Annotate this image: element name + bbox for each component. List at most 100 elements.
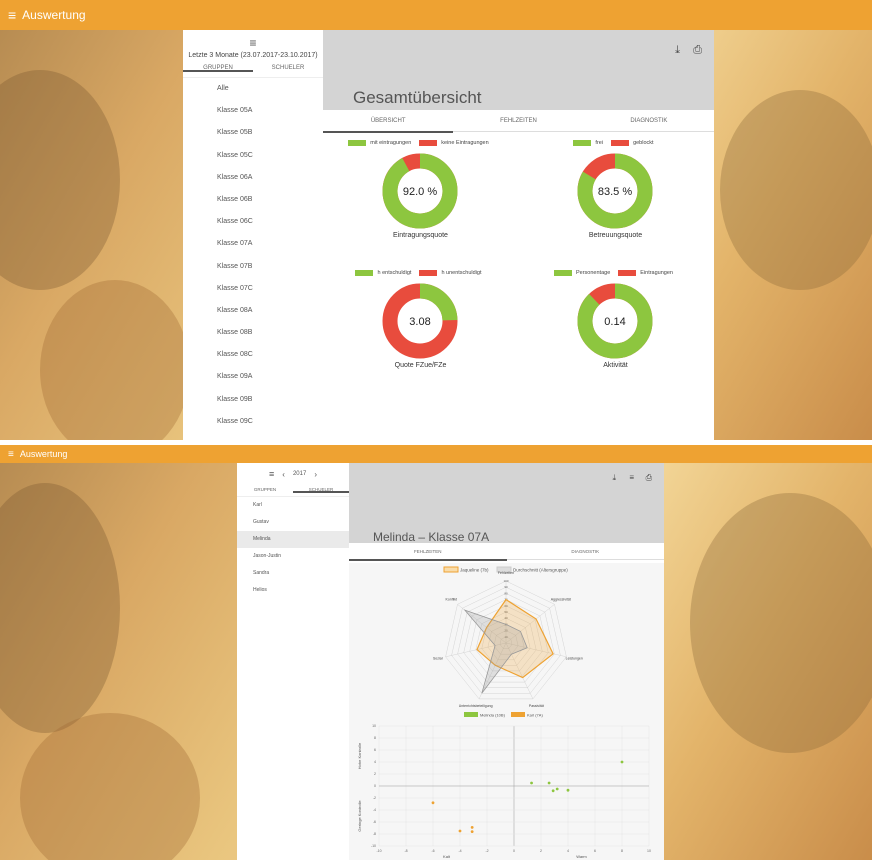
sidebar-item-student[interactable]: Karl xyxy=(237,497,349,514)
donut-card: h entschuldigt h unentschuldigt 3.08 Quote … xyxy=(323,270,518,395)
scatter-y-tick: 0 xyxy=(374,784,376,788)
legend-swatch xyxy=(348,140,367,146)
tab-fehlzeiten[interactable]: FEHLZEITEN xyxy=(349,543,507,561)
scatter-x-tick: -6 xyxy=(431,849,434,853)
sidebar-item-group[interactable]: Klasse 09A xyxy=(217,366,323,388)
scatter-x-tick: 2 xyxy=(540,849,542,853)
sidebar-item-student[interactable]: Helios xyxy=(237,582,349,599)
legend-label: h entschuldigt xyxy=(377,270,412,276)
donut-label: Aktivität xyxy=(603,362,628,369)
main-panel: ⤓ ≡ ⎙ Melinda – Klasse 07A FEHLZEITEN DI… xyxy=(349,463,664,860)
sidebar-item-group[interactable]: Alle xyxy=(217,78,323,100)
legend-label: Eintragungen xyxy=(640,270,673,276)
download-icon[interactable]: ⤓ xyxy=(612,473,616,483)
legend-swatch xyxy=(511,712,525,717)
sidebar-item-group[interactable]: Klasse 06A xyxy=(217,167,323,189)
app-title: Auswertung xyxy=(22,8,86,22)
sidebar-item-group[interactable]: Klasse 09C xyxy=(217,411,323,433)
radar-axis-label: Leistungen xyxy=(566,657,583,661)
sidebar-item-student[interactable]: Jason-Justin xyxy=(237,548,349,565)
donut-center-value: 83.5 % xyxy=(598,186,632,198)
sidebar-item-group[interactable]: Klasse 09B xyxy=(217,389,323,411)
sidebar-item-group[interactable]: Klasse 07B xyxy=(217,256,323,278)
panel-header: ⤓ ≡ ⎙ Melinda – Klasse 07A xyxy=(349,463,664,544)
sidebar-item-group[interactable]: Klasse 05B xyxy=(217,122,323,144)
sidebar-item-group[interactable]: Klasse 06C xyxy=(217,211,323,233)
legend-swatch xyxy=(611,140,630,146)
legend-label: Jaqueline (7b) xyxy=(460,568,489,573)
tab-diagnostik[interactable]: DIAGNOSTIK xyxy=(584,110,714,132)
student-list: Karl Gustav Melinda Jason-Justin Sandra Helio… xyxy=(237,497,349,599)
donut-center-value: 92.0 % xyxy=(403,186,437,198)
sidebar-item-group[interactable]: Klasse 06B xyxy=(217,189,323,211)
scatter-point-melinda xyxy=(620,760,624,764)
list-icon[interactable]: ≡ xyxy=(629,473,634,482)
tab-fehlzeiten[interactable]: FEHLZEITEN xyxy=(453,110,583,132)
print-icon[interactable]: ⎙ xyxy=(646,473,652,483)
scatter-x-tick: -2 xyxy=(485,849,488,853)
tab-schueler[interactable]: SCHUELER xyxy=(253,65,323,71)
radar-tick-label: 100 xyxy=(503,579,508,583)
scatter-x-tick: 0 xyxy=(513,849,515,853)
legend-swatch xyxy=(573,140,592,146)
group-list: Alle Klasse 05A Klasse 05B Klasse 05C Klasse… xyxy=(183,78,323,433)
scatter-y-tick: -10 xyxy=(371,844,376,848)
print-icon[interactable]: ⎙ xyxy=(693,44,702,57)
hamburger-icon[interactable]: ≡ xyxy=(183,36,323,50)
next-year-icon[interactable]: › xyxy=(314,470,317,479)
donut-center-value: 3.08 xyxy=(409,316,430,328)
scatter-point-melinda xyxy=(551,789,555,793)
tab-bar: ÜBERSICHT FEHLZEITEN DIAGNOSTIK xyxy=(323,110,714,133)
tab-gruppen[interactable]: GRUPPEN xyxy=(237,487,293,492)
tab-schueler[interactable]: SCHUELER xyxy=(293,487,349,493)
scatter-point-karl xyxy=(470,830,474,833)
scatter-xlabel-left: Kalt xyxy=(443,854,451,858)
sidebar-item-group[interactable]: Klasse 08B xyxy=(217,322,323,344)
legend-swatch xyxy=(464,712,478,717)
chart-area: Jaqueline (7b) Durchschnitt (Altersgruppe… xyxy=(349,563,664,860)
sidebar-item-group[interactable]: Klasse 05C xyxy=(217,145,323,167)
scatter-x-tick: -8 xyxy=(404,849,407,853)
donut-label: Quote FZue/FZe xyxy=(394,362,447,369)
sidebar: ≡ Letzte 3 Monate (23.07.2017-23.10.2017… xyxy=(183,30,323,440)
sidebar-item-group[interactable]: Klasse 08A xyxy=(217,300,323,322)
sidebar-item-student[interactable]: Melinda xyxy=(237,531,349,548)
donut-legend: Personentage Eintragungen xyxy=(518,270,713,276)
sidebar-item-group[interactable]: Klasse 05A xyxy=(217,100,323,122)
sidebar-item-student[interactable]: Gustav xyxy=(237,514,349,531)
donut-legend: mit eintragungen keine Eintragungen xyxy=(323,140,518,146)
scatter-x-tick: 4 xyxy=(567,849,569,853)
legend-swatch xyxy=(419,270,438,276)
tab-uebersicht[interactable]: ÜBERSICHT xyxy=(323,110,454,133)
menu-icon[interactable]: ≡ xyxy=(8,449,14,460)
donut-legend: frei geblockt xyxy=(518,140,713,146)
sidebar-item-group[interactable]: Klasse 08C xyxy=(217,344,323,366)
tab-diagnostik[interactable]: DIAGNOSTIK xyxy=(507,543,665,560)
scatter-y-tick: -8 xyxy=(373,832,376,836)
scatter-point-karl xyxy=(470,826,474,829)
scatter-point-karl xyxy=(458,829,462,833)
tab-gruppen[interactable]: GRUPPEN xyxy=(183,65,253,72)
scatter-point-karl xyxy=(431,801,435,805)
legend-label: h unentschuldigt xyxy=(441,270,482,276)
donut-label: Betreuungsquote xyxy=(588,232,643,239)
scatter-ylabel-bottom: Geringe Kontrolle xyxy=(357,800,362,832)
sidebar-item-group[interactable]: Klasse 07C xyxy=(217,278,323,300)
legend-label: geblockt xyxy=(633,140,654,146)
sidebar: ≡ ‹ 2017 › GRUPPEN SCHUELER Karl Gustav Me… xyxy=(237,463,349,860)
legend-label: Personentage xyxy=(576,270,611,276)
hamburger-icon[interactable]: ≡ xyxy=(269,469,274,479)
legend-swatch xyxy=(355,270,374,276)
prev-year-icon[interactable]: ‹ xyxy=(282,470,285,479)
scatter-y-tick: 6 xyxy=(374,748,376,752)
sidebar-item-student[interactable]: Sandra xyxy=(237,565,349,582)
main-panel: ⤓ ⎙ Gesamtübersicht ÜBERSICHT FEHLZEITEN… xyxy=(323,30,714,440)
sidebar-item-group[interactable]: Klasse 07A xyxy=(217,233,323,255)
date-range[interactable]: Letzte 3 Monate (23.07.2017-23.10.2017) xyxy=(183,52,323,59)
radar-axis-label: Sozial xyxy=(433,657,443,661)
scatter-x-tick: 10 xyxy=(647,849,651,853)
download-icon[interactable]: ⤓ xyxy=(675,44,680,57)
legend-label: keine Eintragungen xyxy=(441,140,489,146)
menu-icon[interactable]: ≡ xyxy=(8,7,16,23)
scatter-y-tick: -6 xyxy=(373,820,376,824)
